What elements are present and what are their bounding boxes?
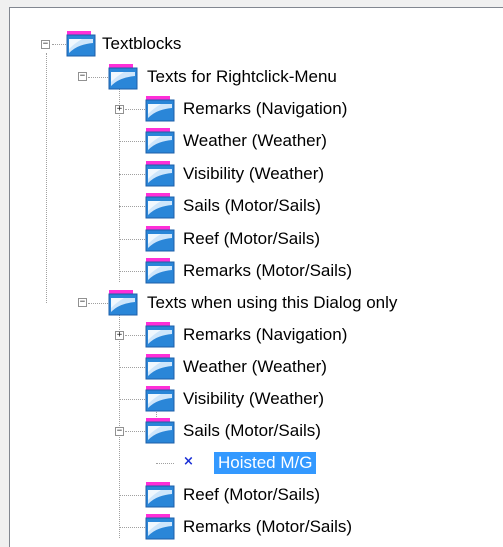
tree-guide-line (119, 206, 145, 207)
tree-guide-line (119, 399, 145, 400)
tree-node-label[interactable]: Visibility (Weather) (183, 163, 324, 185)
folder-icon (145, 514, 176, 540)
tree-guide-line (156, 463, 174, 464)
tree-node-label[interactable]: Remarks (Navigation) (183, 98, 347, 120)
folder-icon (145, 226, 176, 252)
tree-guide-line (119, 311, 120, 538)
tree-node-label[interactable]: Visibility (Weather) (183, 388, 324, 410)
collapse-toggle[interactable]: − (78, 298, 87, 307)
tree-node-label[interactable]: Texts when using this Dialog only (147, 292, 397, 314)
expand-toggle[interactable]: + (115, 105, 124, 114)
tree-node-label[interactable]: Texts for Rightclick-Menu (147, 66, 337, 88)
tree-node-label[interactable]: Reef (Motor/Sails) (183, 228, 320, 250)
tree-guide-line (119, 495, 145, 496)
folder-icon (145, 128, 176, 154)
tree-guide-line (125, 431, 145, 432)
collapse-toggle[interactable]: − (78, 72, 87, 81)
folder-icon (145, 482, 176, 508)
folder-icon (145, 322, 176, 348)
tree-node-label[interactable]: Weather (Weather) (183, 130, 327, 152)
tree-guide-line (125, 109, 145, 110)
tree-guide-line (119, 367, 145, 368)
tree-guide-line (46, 53, 47, 303)
tree-guide-line (119, 271, 145, 272)
tree-node-label[interactable]: Weather (Weather) (183, 356, 327, 378)
tree-node-label[interactable]: Textblocks (102, 33, 181, 55)
tree-view[interactable]: − Textblocks − Texts for Rightclick-Menu… (9, 7, 503, 547)
folder-icon (108, 290, 139, 316)
expand-toggle[interactable]: + (115, 331, 124, 340)
tree-guide-line (119, 527, 145, 528)
collapse-toggle[interactable]: − (41, 40, 50, 49)
tree-node-label[interactable]: Reef (Motor/Sails) (183, 484, 320, 506)
tree-node-label[interactable]: Sails (Motor/Sails) (183, 420, 321, 442)
collapse-toggle[interactable]: − (115, 427, 124, 436)
tree-node-label[interactable]: Remarks (Motor/Sails) (183, 260, 352, 282)
tree-guide-line (125, 335, 145, 336)
folder-icon (66, 31, 97, 57)
folder-icon (145, 96, 176, 122)
tree-node-label[interactable]: Sails (Motor/Sails) (183, 195, 321, 217)
folder-icon (145, 418, 176, 444)
tree-guide-line (119, 141, 145, 142)
tree-guide-line (88, 303, 108, 304)
folder-icon (145, 161, 176, 187)
folder-icon (108, 64, 139, 90)
tree-guide-line (119, 239, 145, 240)
tree-node-label[interactable]: Hoisted M/G (214, 452, 317, 474)
tree-guide-line (88, 77, 108, 78)
folder-icon (145, 354, 176, 380)
folder-icon (145, 193, 176, 219)
folder-icon (145, 258, 176, 284)
folder-icon (145, 386, 176, 412)
tree-guide-line (119, 86, 120, 282)
tree-guide-line (52, 44, 66, 45)
tree-guide-line (119, 174, 145, 175)
x-mark-icon: × (183, 454, 194, 469)
tree-node-label[interactable]: Remarks (Navigation) (183, 324, 347, 346)
